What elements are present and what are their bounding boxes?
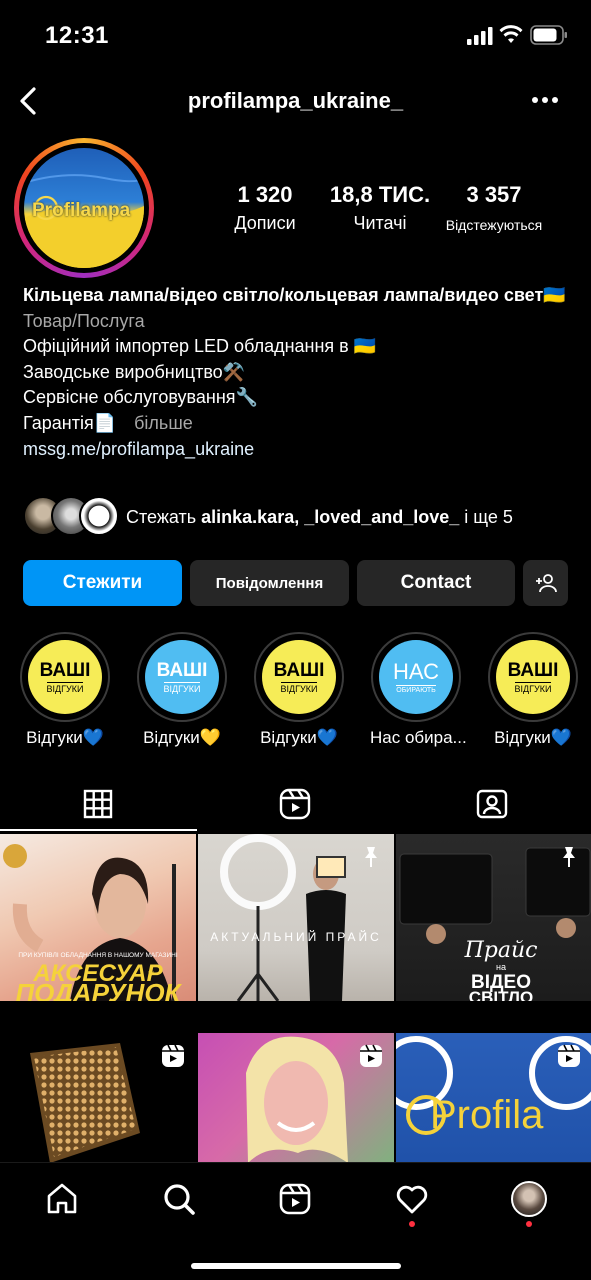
post-caption-script: Прайс [464, 938, 538, 963]
stat-followers[interactable]: 18,8 ТИС. Читачі [324, 182, 436, 234]
followed-by-prefix: Стежать [126, 507, 202, 527]
post-caption-line2: ПОДАРУНОК [15, 978, 181, 1001]
followed-by-suffix: і ще 5 [459, 507, 513, 527]
highlight-item[interactable]: ВАШІ ВІДГУКИ Відгуки💙 [487, 632, 579, 748]
reel-badge-icon [360, 1044, 382, 1067]
highlight-cover: НАС ОБИРАЮТЬ [379, 640, 453, 714]
highlight-cover-subtitle: ВІДГУКИ [46, 681, 84, 694]
posts-grid: ПРИ КУПІВЛІ ОБЛАДНАННЯ В НАШОМУ МАГАЗИНІ… [0, 834, 591, 1200]
stat-posts-value: 1 320 [237, 182, 293, 207]
bio-line-with-more: Гарантія📄 більше [23, 411, 573, 437]
highlight-item[interactable]: ВАШІ ВІДГУКИ Відгуки💛 [136, 632, 228, 748]
highlight-cover: ВАШІ ВІДГУКИ [28, 640, 102, 714]
follower-avatar [79, 496, 119, 536]
activity-notification-dot [409, 1221, 415, 1227]
post-caption-line2: СВІТЛО [468, 988, 534, 1001]
post-caption-on: на [496, 962, 506, 972]
stat-following[interactable]: 3 357 Відстежуються [440, 182, 548, 233]
profile-name: Кільцева лампа/відео світло/кольцевая ла… [23, 285, 566, 305]
stat-posts-label: Дописи [234, 213, 296, 233]
activity-heart-icon[interactable] [394, 1181, 430, 1217]
home-icon[interactable] [44, 1181, 80, 1217]
profile-tabs [0, 776, 591, 832]
follow-button[interactable]: Стежити [23, 560, 182, 606]
bio-line: Гарантія📄 [23, 412, 117, 433]
stat-posts[interactable]: 1 320 Дописи [224, 182, 306, 234]
add-person-icon [535, 574, 557, 593]
reel-badge-icon [162, 1044, 184, 1067]
profile-category: Товар/Послуга [23, 310, 145, 331]
bio-line: Сервісне обслуговування🔧 [23, 387, 258, 408]
highlight-cover-title: ВАШІ [273, 659, 325, 681]
bio-line: Офіційний імпортер LED обладнання в 🇺🇦 [23, 336, 377, 357]
stat-following-value: 3 357 [466, 182, 522, 207]
bottom-navigation [0, 1162, 591, 1280]
grid-tab-icon[interactable] [80, 786, 116, 822]
search-icon[interactable] [161, 1181, 197, 1217]
reel-badge-icon [558, 1044, 580, 1067]
highlight-cover: ВАШІ ВІДГУКИ [496, 640, 570, 714]
highlight-cover-subtitle: ВІДГУКИ [514, 681, 552, 694]
more-options-icon[interactable] [528, 88, 562, 112]
contact-button[interactable]: Contact [357, 560, 515, 606]
stat-following-label: Відстежуються [445, 217, 543, 233]
bio-website-link[interactable]: mssg.me/profilampa_ukraine [23, 437, 573, 463]
highlight-cover-subtitle: ВІДГУКИ [163, 681, 201, 694]
highlight-cover: ВАШІ ВІДГУКИ [262, 640, 336, 714]
highlight-cover-subtitle: ОБИРАЮТЬ [396, 684, 436, 694]
highlight-caption: Відгуки💙 [494, 728, 572, 747]
profile-avatar-tab[interactable] [511, 1181, 547, 1217]
highlight-cover-title: ВАШІ [507, 659, 559, 681]
wifi-icon [499, 25, 523, 43]
highlight-cover: ВАШІ ВІДГУКИ [145, 640, 219, 714]
highlight-cover-title: ВАШІ [156, 659, 208, 681]
pinned-icon [365, 847, 377, 867]
highlight-caption: Відгуки💙 [260, 728, 338, 747]
profile-notification-dot [526, 1221, 532, 1227]
highlight-item[interactable]: ВАШІ ВІДГУКИ Відгуки💙 [253, 632, 345, 748]
highlight-item[interactable]: НАС ОБИРАЮТЬ Нас обира... [370, 632, 467, 748]
highlight-caption: Нас обира... [370, 728, 467, 747]
home-indicator [191, 1263, 401, 1269]
status-bar: 12:31 [0, 0, 591, 70]
post-caption: Profila [430, 1093, 544, 1137]
post-caption-word: У [148, 970, 154, 980]
battery-icon [530, 25, 567, 45]
profile-avatar[interactable]: Profilampa [14, 138, 154, 278]
stat-followers-label: Читачі [353, 213, 407, 233]
pinned-icon [563, 847, 575, 867]
tagged-tab-icon[interactable] [474, 786, 510, 822]
active-tab-indicator [0, 829, 197, 831]
reels-icon[interactable] [277, 1181, 313, 1217]
reels-tab-icon[interactable] [277, 786, 313, 822]
post-caption: АКТУАЛЬНИЙ ПРАЙС [210, 930, 382, 944]
stat-followers-value: 18,8 ТИС. [329, 182, 431, 207]
profile-bio: Кільцева лампа/відео світло/кольцевая ла… [23, 283, 573, 462]
highlight-item[interactable]: ВАШІ ВІДГУКИ Відгуки💙 [19, 632, 111, 748]
highlight-cover-subtitle: ВІДГУКИ [280, 681, 318, 694]
followed-by-text: Стежать alinka.kara, _loved_and_love_ і … [126, 507, 513, 528]
avatar-logo-text: Profilampa [32, 200, 131, 221]
cellular-signal-icon [467, 27, 493, 45]
bio-line: Заводське виробництво⚒️ [23, 361, 246, 382]
highlight-caption: Відгуки💛 [143, 728, 221, 747]
post-thumbnail[interactable]: Прайс на ВІДЕО СВІТЛО [396, 834, 591, 1001]
highlight-caption: Відгуки💙 [26, 728, 104, 747]
highlight-cover-title: ВАШІ [39, 659, 91, 681]
highlight-cover-title: НАС [393, 658, 439, 684]
post-thumbnail[interactable]: АКТУАЛЬНИЙ ПРАЙС [198, 834, 394, 1001]
profile-username: profilampa_ukraine_ [187, 88, 404, 113]
profile-header: profilampa_ukraine_ [0, 78, 591, 124]
followed-by-names: alinka.kara, _loved_and_love_ [201, 507, 460, 527]
bio-more-link[interactable]: більше [134, 413, 193, 433]
post-caption-small: ПРИ КУПІВЛІ ОБЛАДНАННЯ В НАШОМУ МАГАЗИНІ [18, 952, 178, 959]
suggested-accounts-button[interactable] [523, 560, 568, 606]
post-thumbnail[interactable]: ПРИ КУПІВЛІ ОБЛАДНАННЯ В НАШОМУ МАГАЗИНІ… [0, 834, 196, 1001]
status-time: 12:31 [45, 22, 109, 49]
message-button[interactable]: Повідомлення [190, 560, 349, 606]
followed-by-row[interactable]: Стежать alinka.kara, _loved_and_love_ і … [23, 496, 583, 538]
